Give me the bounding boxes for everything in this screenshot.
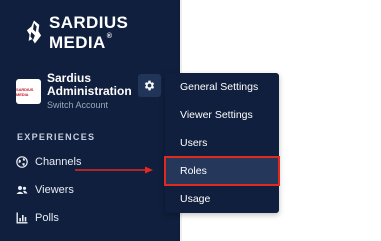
account-switcher[interactable]: SARDIUS MEDIA Sardius Administration Swi… xyxy=(16,72,132,111)
annotation-arrow xyxy=(75,166,153,174)
sidebar-item-polls[interactable]: Polls xyxy=(15,211,59,224)
account-info: Sardius Administration Switch Account xyxy=(47,72,132,111)
settings-button[interactable] xyxy=(138,74,161,97)
brand-name: SARDIUS MEDIA® xyxy=(48,13,129,52)
bar-chart-icon xyxy=(15,211,28,224)
menu-item-users[interactable]: Users xyxy=(165,129,279,157)
avatar-text: SARDIUS MEDIA xyxy=(16,86,34,97)
sidebar-item-label: Viewers xyxy=(35,183,74,196)
menu-item-roles[interactable]: Roles xyxy=(164,156,280,186)
sardius-logo-icon xyxy=(26,20,42,44)
menu-item-usage[interactable]: Usage xyxy=(165,185,279,213)
account-name-line2: Administration xyxy=(47,84,132,98)
avatar: SARDIUS MEDIA xyxy=(16,79,41,104)
sidebar-item-viewers[interactable]: Viewers xyxy=(15,183,74,196)
sidebar: SARDIUS MEDIA® SARDIUS MEDIA Sardius Adm… xyxy=(0,0,180,241)
brand-logo[interactable]: SARDIUS MEDIA® xyxy=(26,12,180,52)
settings-dropdown-menu: General Settings Viewer Settings Users R… xyxy=(164,73,280,213)
switch-account-link[interactable]: Switch Account xyxy=(47,99,132,111)
sidebar-item-channels[interactable]: Channels xyxy=(15,155,81,168)
gear-icon xyxy=(144,80,155,91)
experiences-section-label: EXPERIENCES xyxy=(17,132,96,142)
globe-icon xyxy=(15,155,28,168)
users-icon xyxy=(15,183,28,196)
menu-item-general-settings[interactable]: General Settings xyxy=(165,73,279,101)
menu-item-viewer-settings[interactable]: Viewer Settings xyxy=(165,101,279,129)
sidebar-item-label: Polls xyxy=(35,211,59,224)
